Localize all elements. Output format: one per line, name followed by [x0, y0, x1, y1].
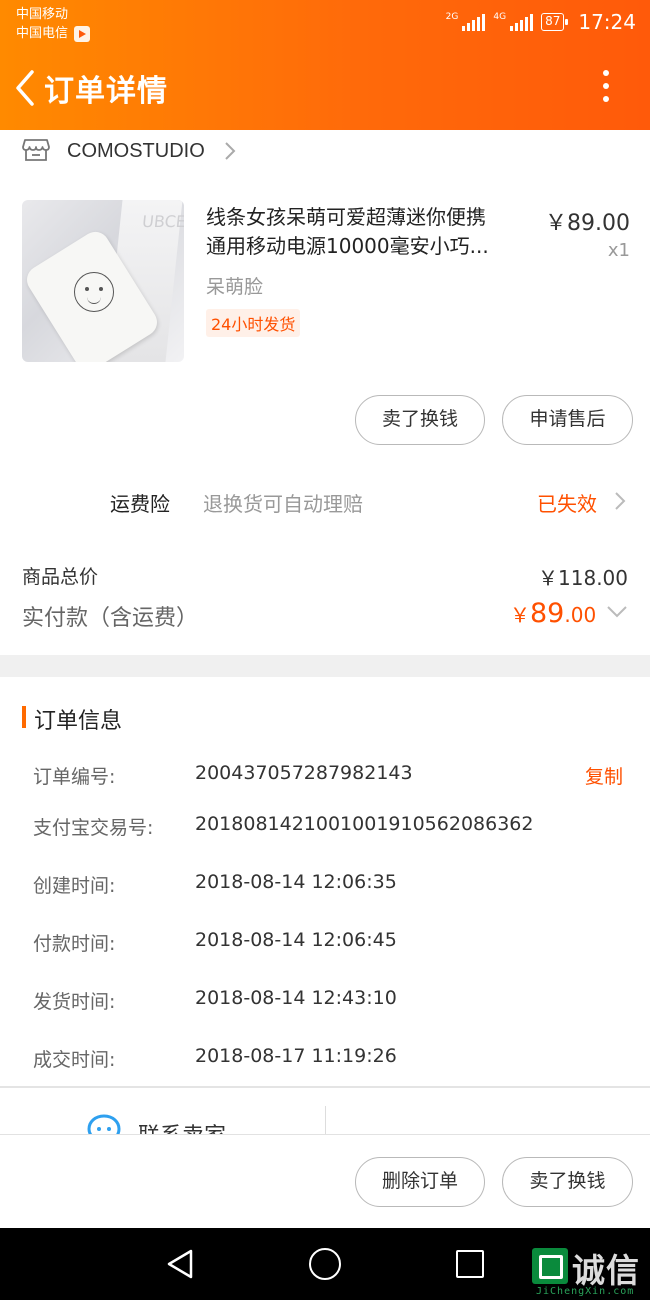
nav-bar: 订单详情	[0, 60, 650, 116]
info-row-paid-time: 付款时间: 2018-08-14 12:06:45	[0, 929, 650, 959]
back-icon[interactable]	[12, 68, 42, 108]
carrier-info: 中国移动 中国电信	[16, 5, 91, 43]
battery-level: 87	[545, 14, 561, 28]
watermark-text: 诚信	[572, 1251, 640, 1290]
watermark: 诚信 JiChengXin.com	[532, 1244, 648, 1300]
apply-aftersale-button[interactable]: 申请售后	[502, 395, 633, 445]
net-type-1: 2G	[445, 12, 459, 22]
paid-integer: 89	[530, 598, 565, 629]
sell-for-cash-button[interactable]: 卖了换钱	[355, 395, 485, 445]
carrier-2: 中国电信	[16, 26, 69, 41]
info-value: 2018-08-14 12:06:35	[195, 871, 397, 893]
face-drawing-icon	[74, 272, 114, 312]
shop-name: COMOSTUDIO	[67, 140, 205, 162]
paid-decimal: .00	[564, 603, 597, 627]
more-icon[interactable]	[596, 70, 616, 106]
product-sku: 呆萌脸	[206, 276, 264, 298]
info-row-order-number: 订单编号: 200437057287982143	[0, 762, 650, 792]
insurance-description: 退换货可自动理赔	[203, 492, 363, 516]
product-title-line-2: 通用移动电源10000毫安小巧...	[206, 234, 489, 258]
info-label: 成交时间:	[33, 1049, 116, 1071]
section-gap	[0, 655, 650, 677]
header: 中国移动 中国电信 2G 4G 87 17:24 订单详情	[0, 0, 650, 130]
paid-currency: ￥	[510, 603, 530, 627]
info-value: 2018-08-14 12:06:45	[195, 929, 397, 951]
image-text: UBCEO	[141, 212, 184, 231]
chevron-down-icon[interactable]	[606, 604, 628, 620]
bottom-action-bar: 删除订单 卖了换钱	[0, 1134, 650, 1228]
page-title: 订单详情	[44, 74, 168, 109]
status-indicators: 2G 4G 87 17:24	[446, 10, 636, 34]
contact-seller-button[interactable]: 联系卖家	[138, 1118, 226, 1134]
status-bar: 中国移动 中国电信 2G 4G 87 17:24	[0, 0, 650, 46]
product-quantity: x1	[607, 240, 630, 261]
shipping-tag: 24小时发货	[206, 309, 301, 337]
product-price: ￥89.00	[545, 211, 630, 236]
signal-4g-icon: 4G	[493, 12, 534, 31]
system-recent-apps-icon[interactable]	[456, 1250, 484, 1278]
insurance-label: 运费险	[110, 492, 170, 516]
chevron-right-icon	[615, 492, 626, 510]
product-image[interactable]: UBCEO	[22, 200, 184, 362]
clock: 17:24	[578, 10, 636, 34]
info-label: 创建时间:	[33, 875, 116, 897]
system-back-icon[interactable]	[165, 1248, 195, 1280]
paid-amount-value: ￥89.00	[510, 598, 596, 629]
watermark-url: JiChengXin.com	[536, 1286, 635, 1297]
info-label: 发货时间:	[33, 991, 116, 1013]
battery-icon: 87	[541, 13, 569, 31]
product-title-line-1: 线条女孩呆萌可爱超薄迷你便携	[206, 205, 486, 229]
shop-icon	[22, 139, 50, 161]
signal-2g-icon: 2G	[446, 13, 486, 31]
contact-separator	[325, 1106, 326, 1134]
delete-order-button[interactable]: 删除订单	[355, 1157, 485, 1207]
info-value: 2018081421001001910562086362	[195, 813, 534, 835]
system-home-icon[interactable]	[309, 1248, 341, 1280]
chevron-right-icon	[225, 142, 236, 160]
info-label: 支付宝交易号:	[33, 817, 154, 839]
info-label: 付款时间:	[33, 933, 116, 955]
info-row-shipped-time: 发货时间: 2018-08-14 12:43:10	[0, 987, 650, 1017]
goods-total-value: ￥118.00	[538, 566, 628, 590]
video-app-icon	[74, 25, 91, 42]
contact-seller-bar: 联系卖家	[0, 1088, 650, 1134]
watermark-logo-icon	[532, 1248, 568, 1284]
sell-for-cash-button-bottom[interactable]: 卖了换钱	[502, 1157, 633, 1207]
product-title[interactable]: 线条女孩呆萌可爱超薄迷你便携 通用移动电源10000毫安小巧...	[206, 203, 538, 261]
section-accent-bar	[22, 706, 26, 728]
order-info-title: 订单信息	[34, 709, 123, 734]
info-label: 订单编号:	[33, 766, 116, 788]
carrier-1: 中国移动	[16, 7, 69, 22]
goods-total-label: 商品总价	[22, 566, 99, 588]
chat-icon[interactable]	[86, 1112, 122, 1134]
copy-order-number-button[interactable]: 复制	[585, 762, 623, 789]
info-value: 2018-08-17 11:19:26	[195, 1045, 397, 1067]
info-value: 2018-08-14 12:43:10	[195, 987, 397, 1009]
info-row-alipay-number: 支付宝交易号: 2018081421001001910562086362	[0, 813, 650, 843]
info-value: 200437057287982143	[195, 762, 413, 784]
net-type-2: 4G	[493, 12, 507, 22]
info-row-completed-time: 成交时间: 2018-08-17 11:19:26	[0, 1045, 650, 1075]
shop-row[interactable]: COMOSTUDIO	[0, 130, 650, 174]
info-row-created-time: 创建时间: 2018-08-14 12:06:35	[0, 871, 650, 901]
paid-amount-label: 实付款（含运费）	[22, 606, 199, 631]
insurance-status: 已失效	[537, 492, 597, 516]
